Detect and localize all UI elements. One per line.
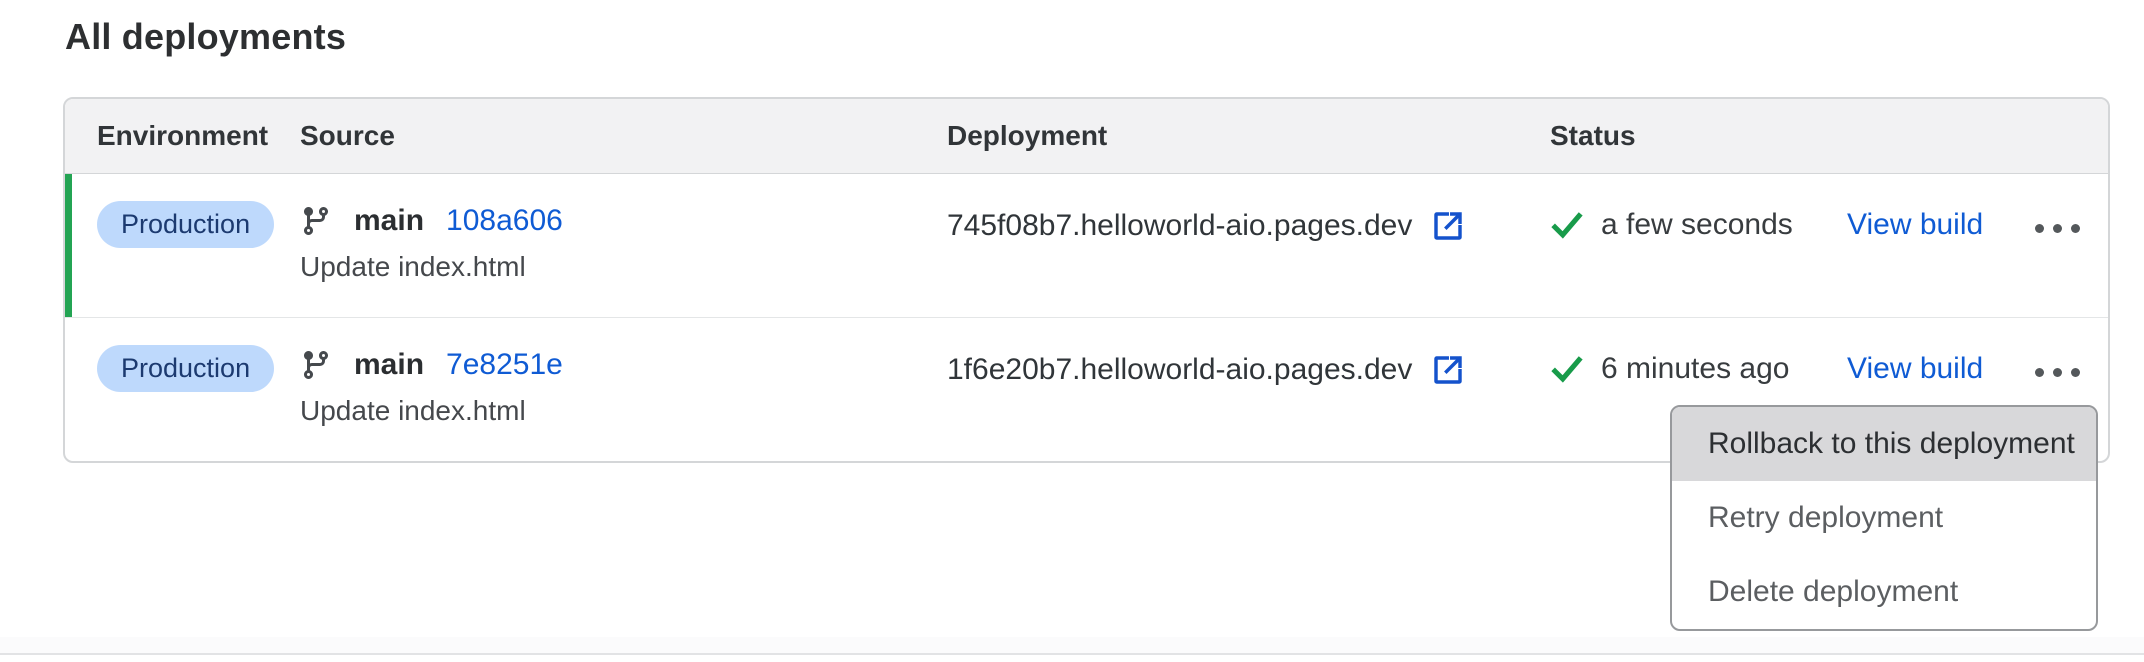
environment-badge: Production [97,201,274,248]
menu-item-rollback[interactable]: Rollback to this deployment [1672,407,2096,481]
menu-item-retry[interactable]: Retry deployment [1672,481,2096,555]
column-header-source: Source [300,120,947,152]
table-header-row: Environment Source Deployment Status [65,99,2108,174]
status-text: 6 minutes ago [1601,352,1789,386]
view-build-link[interactable]: View build [1847,352,1983,386]
page-title: All deployments [65,16,346,58]
commit-link[interactable]: 108a606 [446,204,563,238]
branch-name: main [354,204,424,238]
commit-message: Update index.html [300,395,947,427]
column-header-status: Status [1550,120,1847,152]
ellipsis-icon [2035,368,2044,377]
external-link-icon[interactable] [1430,352,1466,388]
external-link-icon[interactable] [1430,208,1466,244]
more-actions-button[interactable] [2031,364,2084,381]
deployment-url: 1f6e20b7.helloworld-aio.pages.dev [947,353,1412,387]
success-check-icon [1550,208,1584,242]
environment-badge: Production [97,345,274,392]
status-text: a few seconds [1601,208,1793,242]
menu-item-delete[interactable]: Delete deployment [1672,555,2096,629]
page-bottom-divider [0,637,2144,655]
branch-name: main [354,348,424,382]
git-branch-icon [300,349,332,381]
view-build-link[interactable]: View build [1847,208,1983,242]
commit-link[interactable]: 7e8251e [446,348,563,382]
commit-message: Update index.html [300,251,947,283]
ellipsis-icon [2035,224,2044,233]
deployment-actions-menu: Rollback to this deployment Retry deploy… [1670,405,2098,631]
column-header-deployment: Deployment [947,120,1550,152]
deployment-url: 745f08b7.helloworld-aio.pages.dev [947,209,1412,243]
column-header-environment: Environment [97,120,300,152]
git-branch-icon [300,205,332,237]
more-actions-button[interactable] [2031,220,2084,237]
table-row: Production main 108a606 Update index.htm… [65,174,2108,318]
success-check-icon [1550,352,1584,386]
